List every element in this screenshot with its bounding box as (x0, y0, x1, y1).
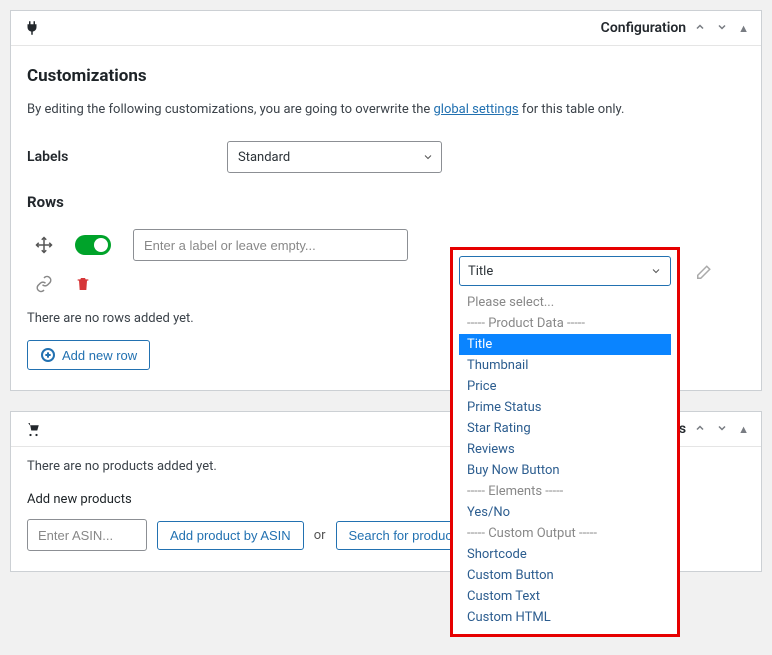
dropdown-option[interactable]: Prime Status (459, 397, 671, 418)
dropdown-option: Please select... (459, 292, 671, 313)
collapse-icon[interactable]: ▲ (738, 423, 749, 436)
dropdown-option[interactable]: Thumbnail (459, 355, 671, 376)
helptext-after: for this table only. (519, 102, 625, 117)
add-new-row-button[interactable]: Add new row (27, 340, 150, 370)
cart-icon (23, 420, 41, 438)
global-settings-link[interactable]: global settings (433, 102, 518, 117)
add-by-asin-label: Add product by ASIN (170, 528, 291, 543)
dropdown-option[interactable]: Buy Now Button (459, 460, 671, 481)
plus-circle-icon (40, 347, 56, 363)
chevron-up-icon[interactable] (694, 422, 708, 436)
chevron-down-icon[interactable] (716, 21, 730, 35)
collapse-icon[interactable]: ▲ (738, 22, 749, 35)
customizations-heading: Customizations (27, 66, 745, 86)
or-separator: or (314, 528, 326, 543)
dropdown-option[interactable]: Price (459, 376, 671, 397)
dropdown-option[interactable]: Reviews (459, 439, 671, 460)
row-enabled-toggle[interactable] (75, 235, 111, 255)
labels-select-value: Standard (238, 150, 290, 165)
row-type-selected: Title (468, 264, 493, 279)
panel-header: Configuration ▲ (11, 11, 761, 46)
dropdown-option[interactable]: Title (459, 334, 671, 355)
dropdown-option[interactable]: Custom Button (459, 565, 671, 586)
trash-icon[interactable] (75, 276, 91, 292)
dropdown-option[interactable]: Yes/No (459, 502, 671, 523)
asin-input[interactable] (27, 519, 147, 551)
helptext-before: By editing the following customizations,… (27, 102, 433, 117)
row-type-options: Please select...----- Product Data -----… (459, 292, 671, 628)
customizations-helptext: By editing the following customizations,… (27, 102, 745, 117)
edit-icon[interactable] (694, 264, 712, 282)
chevron-down-icon[interactable] (716, 422, 730, 436)
panel-title: Configuration (601, 20, 686, 36)
link-icon[interactable] (35, 275, 53, 293)
dropdown-option[interactable]: Shortcode (459, 544, 671, 565)
labels-field-label: Labels (27, 149, 227, 165)
plug-icon (23, 19, 41, 37)
labels-select[interactable]: Standard (227, 141, 442, 173)
add-row-label: Add new row (62, 348, 137, 363)
add-by-asin-button[interactable]: Add product by ASIN (157, 521, 304, 550)
dropdown-option[interactable]: Custom HTML (459, 607, 671, 628)
dropdown-option[interactable]: Custom Text (459, 586, 671, 607)
row-type-dropdown: Title Please select...----- Product Data… (450, 247, 680, 637)
dropdown-option[interactable]: Star Rating (459, 418, 671, 439)
dropdown-option: ----- Elements ----- (459, 481, 671, 502)
row-label-input[interactable] (133, 229, 408, 261)
dropdown-option: ----- Custom Output ----- (459, 523, 671, 544)
dropdown-option: ----- Product Data ----- (459, 313, 671, 334)
chevron-up-icon[interactable] (694, 21, 708, 35)
labels-field-row: Labels Standard (27, 141, 745, 173)
row-type-select[interactable]: Title (459, 256, 671, 286)
move-icon[interactable] (35, 236, 53, 254)
rows-heading: Rows (27, 193, 745, 211)
chevron-down-icon (650, 265, 662, 277)
